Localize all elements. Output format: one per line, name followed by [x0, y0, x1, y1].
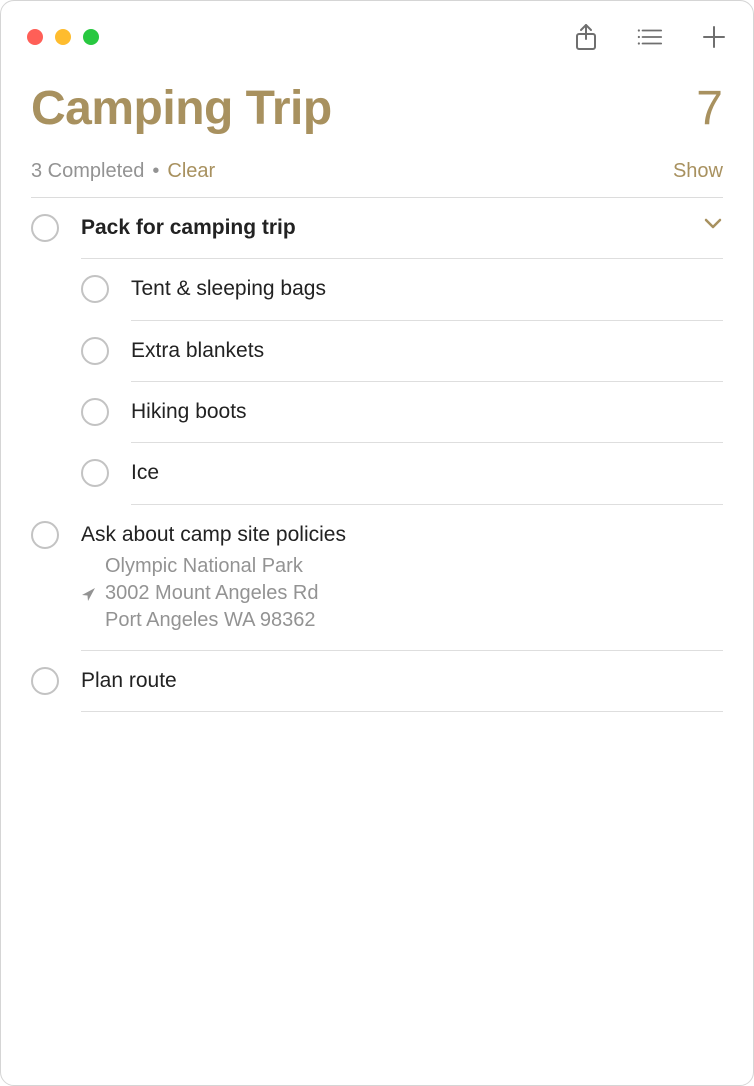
- reminder-row[interactable]: Ask about camp site policies Olympic Nat…: [1, 505, 753, 651]
- reminder-row[interactable]: Extra blankets: [1, 321, 753, 382]
- reminder-title: Plan route: [81, 667, 723, 695]
- window-controls: [27, 29, 99, 45]
- show-completed-button[interactable]: Show: [673, 160, 723, 183]
- reminder-title: Pack for camping trip: [81, 214, 723, 242]
- share-icon[interactable]: [573, 24, 599, 50]
- location-city: Port Angeles WA 98362: [105, 609, 316, 631]
- complete-checkbox[interactable]: [31, 214, 59, 242]
- list-count: 7: [696, 81, 723, 136]
- reminder-row[interactable]: Pack for camping trip: [1, 198, 753, 259]
- reminders-window: Camping Trip 7 3 Completed • Clear Show …: [0, 0, 754, 1086]
- chevron-down-icon[interactable]: [703, 216, 723, 235]
- reminder-title: Tent & sleeping bags: [131, 275, 723, 303]
- reminder-title: Ask about camp site policies: [81, 521, 723, 549]
- reminder-row[interactable]: Plan route: [1, 651, 753, 712]
- titlebar: [1, 1, 753, 81]
- reminder-title: Hiking boots: [131, 398, 723, 426]
- list-view-icon[interactable]: [637, 24, 663, 50]
- complete-checkbox[interactable]: [81, 337, 109, 365]
- completed-summary: 3 Completed: [31, 160, 144, 183]
- clear-completed-button[interactable]: Clear: [167, 160, 215, 183]
- minimize-window-button[interactable]: [55, 29, 71, 45]
- reminder-title: Extra blankets: [131, 337, 723, 365]
- location-name: Olympic National Park: [105, 555, 303, 577]
- complete-checkbox[interactable]: [31, 521, 59, 549]
- reminder-row[interactable]: Tent & sleeping bags: [1, 259, 753, 320]
- separator-dot: •: [152, 160, 159, 183]
- reminders-list: Pack for camping trip Tent & sleeping ba…: [1, 198, 753, 712]
- complete-checkbox[interactable]: [31, 667, 59, 695]
- completed-bar: 3 Completed • Clear Show: [1, 142, 753, 197]
- list-title: Camping Trip: [31, 81, 332, 136]
- complete-checkbox[interactable]: [81, 275, 109, 303]
- reminder-location: Olympic National Park 3002 Mount Angeles…: [81, 553, 723, 634]
- reminder-row[interactable]: Hiking boots: [1, 382, 753, 443]
- complete-checkbox[interactable]: [81, 398, 109, 426]
- toolbar: [573, 24, 727, 50]
- location-arrow-icon: [81, 583, 96, 610]
- list-header: Camping Trip 7: [1, 81, 753, 142]
- reminder-title: Ice: [131, 459, 723, 487]
- reminder-row[interactable]: Ice: [1, 443, 753, 504]
- add-reminder-icon[interactable]: [701, 24, 727, 50]
- fullscreen-window-button[interactable]: [83, 29, 99, 45]
- location-street: 3002 Mount Angeles Rd: [105, 582, 319, 604]
- close-window-button[interactable]: [27, 29, 43, 45]
- complete-checkbox[interactable]: [81, 459, 109, 487]
